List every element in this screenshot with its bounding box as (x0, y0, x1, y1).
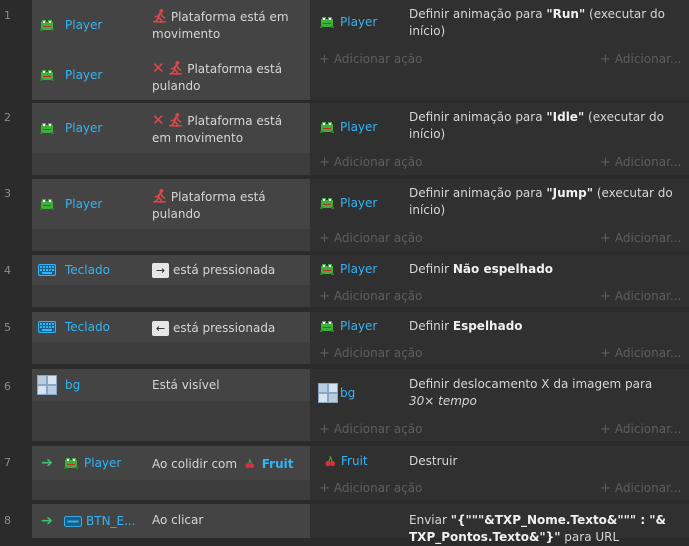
trigger-arrow-icon: ➔ (41, 455, 53, 471)
cherry-icon (244, 458, 255, 469)
action-text[interactable]: Definir Espelhado (409, 318, 679, 335)
inverted-x-icon: ✕ (152, 59, 165, 77)
frog-sprite-icon (40, 19, 54, 31)
frog-sprite-icon (320, 197, 334, 209)
object-name[interactable]: BTN_E... (86, 514, 136, 528)
frog-sprite-icon (40, 122, 54, 134)
action-object[interactable]: Player (320, 262, 377, 276)
object-name[interactable]: Player (65, 121, 102, 135)
object-name[interactable]: Teclado (65, 320, 110, 334)
add-action-button[interactable]: + Adicionar ação (319, 346, 422, 361)
event-3[interactable]: 3 Player Plataforma está pulando Player … (0, 179, 689, 251)
object-name[interactable]: bg (65, 378, 80, 392)
action-object[interactable]: Player (320, 120, 377, 134)
action-text[interactable]: Definir deslocamento X da imagem para 30… (409, 376, 679, 410)
event-number: 4 (4, 264, 11, 277)
trigger-arrow-icon: ➔ (41, 513, 53, 529)
event-number: 6 (4, 380, 11, 393)
object-name[interactable]: Player (84, 456, 121, 470)
frog-sprite-icon (40, 198, 54, 210)
condition-text[interactable]: Ao colidir com Fruit (152, 456, 308, 473)
left-arrow-key-icon: ← (152, 321, 169, 336)
action-text[interactable]: Definir animação para "Jump" (executar d… (409, 185, 679, 219)
action-text[interactable]: Enviar "{"""&TXP_Nome.Texto&""" : "& TXP… (409, 512, 679, 546)
collision-target: Fruit (261, 457, 294, 471)
tiled-image-icon (37, 375, 57, 395)
action-text[interactable]: Definir animação para "Run" (executar do… (409, 6, 679, 40)
frog-sprite-icon (320, 16, 334, 28)
action-object[interactable]: Fruit (324, 454, 368, 468)
add-action-button[interactable]: + Adicionar ação (319, 155, 422, 170)
action-object[interactable]: bg (318, 383, 355, 403)
event-4[interactable]: 4 Teclado → está pressionada Player Defin… (0, 255, 689, 307)
action-text[interactable]: Definir animação para "Idle" (executar d… (409, 109, 679, 143)
running-figure-icon (152, 188, 167, 203)
condition-text[interactable]: ✕ Plataforma está pulando (152, 60, 304, 95)
object-name[interactable]: Teclado (65, 263, 110, 277)
event-2[interactable]: 2 Player ✕ Plataforma está em movimento … (0, 103, 689, 175)
inverted-x-icon: ✕ (152, 111, 165, 129)
add-action-button[interactable]: + Adicionar ação (319, 422, 422, 437)
object-name[interactable]: Player (65, 18, 102, 32)
condition-text[interactable]: → está pressionada (152, 262, 304, 279)
object-name[interactable]: Player (65, 197, 102, 211)
add-action-button[interactable]: + Adicionar ação (319, 231, 422, 246)
running-figure-icon (152, 8, 167, 23)
frog-sprite-icon (64, 457, 78, 469)
action-object[interactable]: Player (320, 319, 377, 333)
action-text[interactable]: Destruir (409, 453, 679, 470)
event-number: 8 (4, 514, 11, 527)
event-7[interactable]: 7 ➔ Player Ao colidir com Fruit Fruit De… (0, 446, 689, 500)
condition-text[interactable]: Está visível (152, 377, 304, 394)
action-text[interactable]: Definir Não espelhado (409, 261, 679, 278)
keyboard-icon (38, 321, 56, 333)
add-action-button-2[interactable]: + Adicionar... (600, 289, 681, 304)
add-action-button-2[interactable]: + Adicionar... (600, 422, 681, 437)
running-figure-icon (168, 60, 183, 75)
tiled-image-icon (318, 383, 338, 403)
add-action-button[interactable]: + Adicionar ação (319, 52, 422, 67)
event-number: 5 (4, 321, 11, 334)
add-action-button[interactable]: + Adicionar ação (319, 481, 422, 496)
add-action-button[interactable]: + Adicionar ação (319, 289, 422, 304)
add-action-button-2[interactable]: + Adicionar... (600, 346, 681, 361)
frog-sprite-icon (320, 263, 334, 275)
keyboard-icon (38, 264, 56, 276)
event-number: 2 (4, 111, 11, 124)
running-figure-icon (168, 112, 183, 127)
action-object[interactable]: Player (320, 15, 377, 29)
event-1[interactable]: 1 Player Plataforma está em movimento Pl… (0, 0, 689, 100)
object-name[interactable]: Player (65, 68, 102, 82)
event-number: 3 (4, 187, 11, 200)
add-action-button-2[interactable]: + Adicionar... (600, 231, 681, 246)
right-arrow-key-icon: → (152, 263, 169, 278)
cherry-icon (324, 455, 336, 467)
event-number: 1 (4, 9, 11, 22)
condition-text[interactable]: Plataforma está em movimento (152, 8, 304, 43)
button-object-icon (64, 516, 82, 527)
condition-text[interactable]: ← está pressionada (152, 320, 304, 337)
event-5[interactable]: 5 Teclado ← está pressionada Player Defin… (0, 312, 689, 364)
condition-text[interactable]: ✕ Plataforma está em movimento (152, 112, 304, 147)
event-number: 7 (4, 456, 11, 469)
condition-text[interactable]: Ao clicar (152, 512, 304, 529)
event-6[interactable]: 6 bg Está visível bg Definir deslocament… (0, 369, 689, 441)
frog-sprite-icon (320, 121, 334, 133)
add-action-button-2[interactable]: + Adicionar... (600, 52, 681, 67)
add-action-button-2[interactable]: + Adicionar... (600, 155, 681, 170)
condition-text[interactable]: Plataforma está pulando (152, 188, 304, 223)
event-8[interactable]: 8 ➔ BTN_E... Ao clicar Enviar "{"""&TXP_… (0, 504, 689, 544)
add-action-button-2[interactable]: + Adicionar... (600, 481, 681, 496)
action-object[interactable]: Player (320, 196, 377, 210)
frog-sprite-icon (40, 69, 54, 81)
frog-sprite-icon (320, 320, 334, 332)
